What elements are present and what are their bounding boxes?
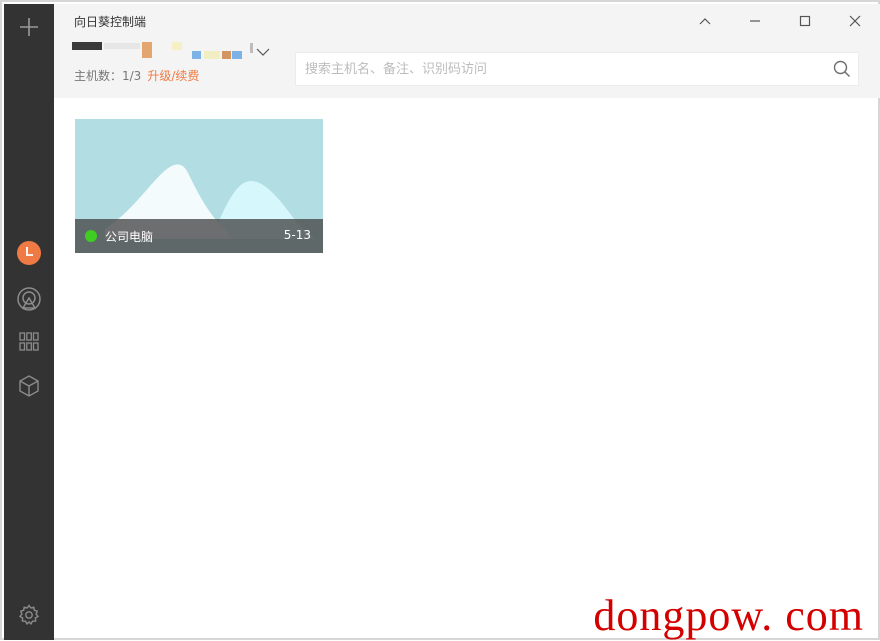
close-button[interactable] [838,8,872,34]
clock-icon [17,241,41,265]
remote-signal-icon [17,287,41,311]
maximize-button[interactable] [788,8,822,34]
host-name: 公司电脑 [105,230,154,244]
upgrade-link[interactable]: 升级/续费 [147,69,199,83]
host-date: 5-13 [283,228,311,242]
host-count: 主机数：1/3 升级/续费 [74,67,199,84]
search-box [295,52,859,86]
online-status-dot [85,230,97,242]
sidebar-item-remote[interactable] [14,284,44,314]
host-count-label: 主机数：1/3 [74,69,142,83]
sidebar-item-apps[interactable] [14,327,44,357]
app-title: 向日葵控制端 [74,15,147,29]
gear-icon [18,604,40,626]
chevron-down-icon [256,48,270,56]
header: 向日葵控制端 主机数：1/3 升级/续费 [54,4,880,98]
search-icon[interactable] [833,60,851,78]
minimize-button[interactable] [738,8,772,34]
grid-icon [19,332,39,351]
account-dropdown-button[interactable] [256,42,270,56]
host-card[interactable]: 公司电脑 5-13 [75,119,323,253]
collapse-button[interactable] [688,8,722,34]
cube-icon [19,375,39,397]
watermark: dongpow. com [593,591,864,640]
host-card-footer: 公司电脑 5-13 [75,219,323,253]
minimize-icon [750,20,760,22]
account-name-redacted [72,40,272,60]
settings-button[interactable] [14,600,44,630]
search-input[interactable] [305,53,825,85]
add-host-button[interactable] [14,12,44,42]
sidebar [4,4,54,640]
close-icon [849,15,861,27]
chevron-up-icon [699,18,711,25]
sidebar-item-recent[interactable] [14,238,44,268]
sidebar-item-box[interactable] [14,371,44,401]
plus-icon [20,18,38,36]
app-window: 向日葵控制端 主机数：1/3 升级/续费 搜索主机名、备注、识别码访问 公司电脑… [0,0,880,640]
maximize-icon [799,15,811,27]
